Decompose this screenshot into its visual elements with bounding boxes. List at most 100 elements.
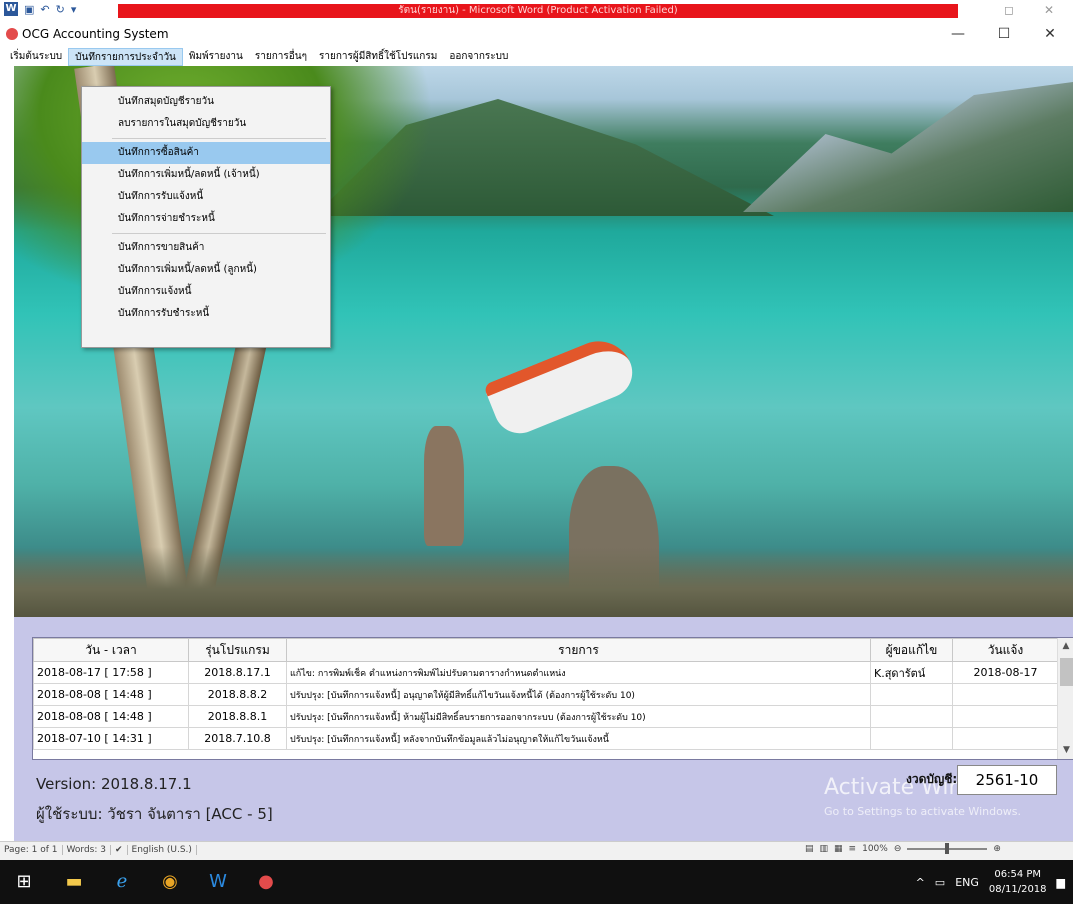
cell-datetime: 2018-08-08 [ 14:48 ]: [33, 705, 189, 728]
internet-explorer-icon[interactable]: ℯ: [108, 868, 136, 896]
tray-chevron-icon[interactable]: ^: [916, 876, 925, 889]
boat: [483, 331, 640, 441]
cell-requester: K.สุดารัตน์: [870, 661, 953, 684]
mountain-right: [743, 82, 1073, 212]
menu-print-reports[interactable]: พิมพ์รายงาน: [183, 48, 249, 66]
zoom-out-icon[interactable]: ⊖: [894, 844, 902, 854]
cell-datetime: 2018-08-08 [ 14:48 ]: [33, 683, 189, 706]
menu-start-system[interactable]: เริ่มต้นระบบ: [4, 48, 68, 66]
language-indicator[interactable]: English (U.S.): [132, 845, 197, 855]
dropdown-item-receive-invoice[interactable]: บันทึกการรับแจ้งหนี้: [82, 186, 330, 208]
cell-version: 2018.8.8.1: [188, 705, 287, 728]
cell-date: 2018-08-17: [952, 661, 1059, 684]
cell-description: ปรับปรุง: [บันทึกการแจ้งหนี้] อนุญาตให้ผ…: [286, 683, 871, 706]
app-window-controls: — ☐ ✕: [935, 20, 1073, 48]
table-header-row: วัน - เวลา รุ่นโปรแกรม รายการ ผู้ขอแก้ไข…: [33, 638, 1059, 662]
word-restore-button[interactable]: ◻: [989, 0, 1029, 20]
notifications-icon[interactable]: ▆: [1057, 876, 1065, 889]
cell-datetime: 2018-08-17 [ 17:58 ]: [33, 661, 189, 684]
file-explorer-icon[interactable]: ▬: [60, 868, 88, 896]
zoom-slider[interactable]: [907, 843, 988, 854]
print-layout-icon[interactable]: ▤: [805, 844, 814, 854]
zoom-level[interactable]: 100%: [862, 844, 888, 854]
dropdown-item-creditor-adjust[interactable]: บันทึกการเพิ่มหนี้/ลดหนี้ (เจ้าหนี้): [82, 164, 330, 186]
column-header-datetime[interactable]: วัน - เวลา: [33, 638, 189, 662]
change-log-grid[interactable]: วัน - เวลา รุ่นโปรแกรม รายการ ผู้ขอแก้ไข…: [32, 637, 1073, 760]
scroll-up-icon[interactable]: ▲: [1058, 638, 1073, 655]
scroll-down-icon[interactable]: ▼: [1058, 742, 1073, 759]
dropdown-item-sales[interactable]: บันทึกการขายสินค้า: [82, 237, 330, 259]
taskbar: ⊞ ▬ ℯ ◉ W ● ^ ▭ ENG 06:54 PM 08/11/2018 …: [0, 860, 1073, 904]
page-count[interactable]: Page: 1 of 1: [4, 845, 63, 855]
close-button[interactable]: ✕: [1027, 20, 1073, 48]
cell-version: 2018.8.8.2: [188, 683, 287, 706]
word-window-controls: ◻ ✕: [989, 0, 1069, 20]
chrome-icon[interactable]: ◉: [156, 868, 184, 896]
info-panel: วัน - เวลา รุ่นโปรแกรม รายการ ผู้ขอแก้ไข…: [14, 617, 1073, 841]
zoom-slider-thumb[interactable]: [945, 843, 950, 854]
rock: [424, 426, 464, 546]
dropdown-item-issue-invoice[interactable]: บันทึกการแจ้งหนี้: [82, 281, 330, 303]
word-icon[interactable]: W: [204, 868, 232, 896]
menu-logout[interactable]: ออกจากระบบ: [443, 48, 514, 66]
dropdown-separator: [112, 138, 326, 139]
grid-scrollbar[interactable]: ▲ ▼: [1057, 638, 1073, 759]
dropdown-item-purchase[interactable]: บันทึกการซื้อสินค้า: [82, 142, 330, 164]
column-header-version[interactable]: รุ่นโปรแกรม: [188, 638, 287, 662]
accounting-period-field[interactable]: 2561-10: [957, 765, 1057, 795]
cell-requester: [870, 683, 953, 706]
dropdown-separator: [112, 233, 326, 234]
save-icon[interactable]: ▣: [24, 3, 34, 16]
menu-other[interactable]: รายการอื่นๆ: [249, 48, 313, 66]
system-tray: ^ ▭ ENG 06:54 PM 08/11/2018 ▆: [916, 860, 1065, 904]
dropdown-item-journal[interactable]: บันทึกสมุดบัญชีรายวัน: [82, 91, 330, 113]
word-close-button[interactable]: ✕: [1029, 0, 1069, 20]
scroll-thumb[interactable]: [1060, 658, 1073, 686]
column-header-date[interactable]: วันแจ้ง: [952, 638, 1059, 662]
table-row[interactable]: 2018-07-10 [ 14:31 ] 2018.7.10.8 ปรับปรุ…: [33, 727, 1059, 750]
customize-toolbar-icon[interactable]: ▾: [71, 3, 77, 16]
maximize-button[interactable]: ☐: [981, 20, 1027, 48]
ocg-app-icon[interactable]: ●: [252, 868, 280, 896]
shore: [14, 547, 1073, 617]
outline-icon[interactable]: ≡: [849, 844, 857, 854]
dropdown-item-delete-journal[interactable]: ลบรายการในสมุดบัญชีรายวัน: [82, 113, 330, 135]
read-mode-icon[interactable]: ▥: [820, 844, 829, 854]
word-titlebar: W ▣ ↶ ↻ ▾ รัตน(รายงาน) - Microsoft Word …: [0, 0, 1073, 20]
web-layout-icon[interactable]: ▦: [834, 844, 843, 854]
table-row[interactable]: 2018-08-08 [ 14:48 ] 2018.8.8.2 ปรับปรุง…: [33, 683, 1059, 706]
dropdown-item-receive-payment[interactable]: บันทึกการรับชำระหนี้: [82, 303, 330, 325]
word-statusbar: Page: 1 of 1 Words: 3 ✔ English (U.S.) ▤…: [0, 841, 1073, 860]
proofing-icon[interactable]: ✔: [115, 845, 128, 855]
windows-start-icon[interactable]: ⊞: [10, 868, 38, 896]
current-user-label: ผู้ใช้ระบบ: วัชรา จันตารา [ACC - 5]: [36, 805, 273, 823]
menubar: เริ่มต้นระบบ บันทึกรายการประจำวัน พิมพ์ร…: [0, 48, 1073, 66]
cell-description: ปรับปรุง: [บันทึกการแจ้งหนี้] ห้ามผู้ไม่…: [286, 705, 871, 728]
menu-user-permissions[interactable]: รายการผู้มีสิทธิ์ใช้โปรแกรม: [313, 48, 443, 66]
word-count[interactable]: Words: 3: [67, 845, 111, 855]
dropdown-item-debtor-adjust[interactable]: บันทึกการเพิ่มหนี้/ลดหนี้ (ลูกหนี้): [82, 259, 330, 281]
table-row[interactable]: 2018-08-08 [ 14:48 ] 2018.8.8.1 ปรับปรุง…: [33, 705, 1059, 728]
network-icon[interactable]: ▭: [935, 876, 945, 889]
activate-windows-subtext: Go to Settings to activate Windows.: [824, 805, 1022, 818]
app-titlebar: OCG Accounting System — ☐ ✕: [0, 20, 1073, 48]
clock-date: 08/11/2018: [988, 884, 1047, 895]
cell-version: 2018.8.17.1: [188, 661, 287, 684]
minimize-button[interactable]: —: [935, 20, 981, 48]
zoom-in-icon[interactable]: ⊕: [993, 844, 1001, 854]
cell-requester: [870, 727, 953, 750]
clock-time: 06:54 PM: [994, 869, 1042, 880]
clock[interactable]: 06:54 PM 08/11/2018: [989, 867, 1047, 897]
cell-date: [952, 683, 1059, 706]
column-header-description[interactable]: รายการ: [286, 638, 871, 662]
app-title: OCG Accounting System: [22, 27, 169, 41]
undo-icon[interactable]: ↶: [40, 3, 49, 16]
column-header-requester[interactable]: ผู้ขอแก้ไข: [870, 638, 953, 662]
table-row[interactable]: 2018-08-17 [ 17:58 ] 2018.8.17.1 แก้ไข: …: [33, 661, 1059, 684]
redo-icon[interactable]: ↻: [56, 3, 65, 16]
accounting-period-label: งวดบัญชี:: [906, 772, 958, 786]
cell-requester: [870, 705, 953, 728]
dropdown-item-pay-debt[interactable]: บันทึกการจ่ายชำระหนี้: [82, 208, 330, 230]
input-language[interactable]: ENG: [955, 876, 979, 889]
menu-daily-entries[interactable]: บันทึกรายการประจำวัน: [68, 48, 183, 66]
